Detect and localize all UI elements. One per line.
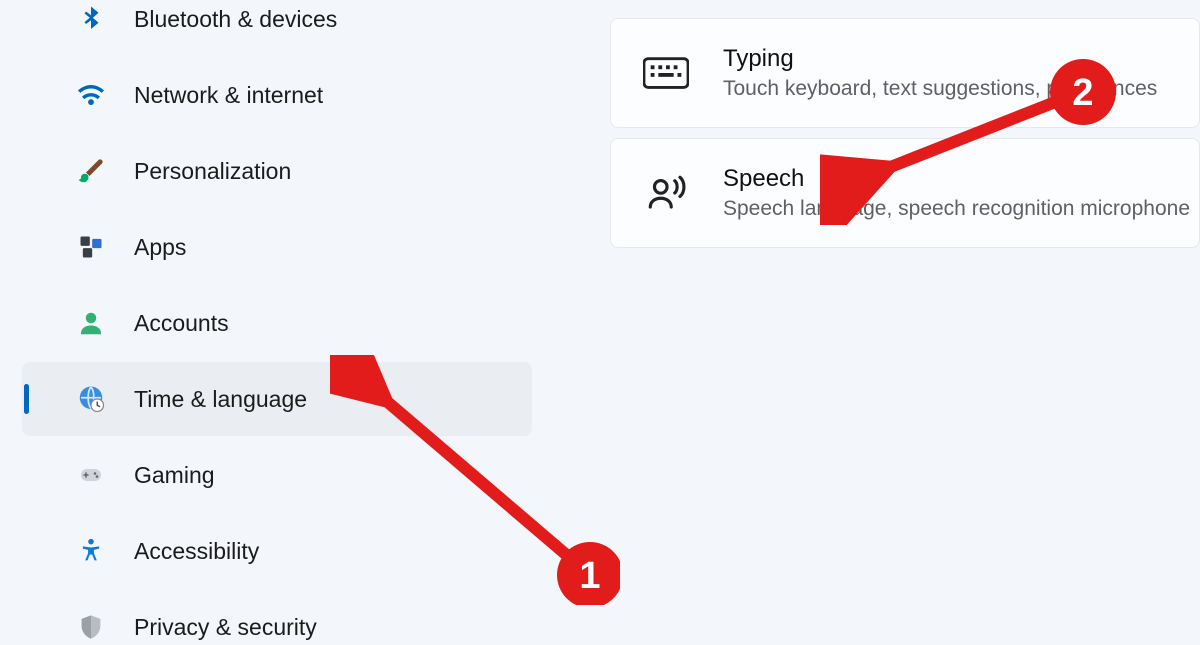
- card-speech[interactable]: Speech Speech language, speech recogniti…: [610, 138, 1200, 248]
- sidebar-label-bluetooth: Bluetooth & devices: [134, 6, 337, 33]
- card-speech-title: Speech: [723, 165, 1190, 193]
- card-speech-text: Speech Speech language, speech recogniti…: [723, 165, 1190, 221]
- speech-icon: [643, 170, 689, 216]
- card-typing-text: Typing Touch keyboard, text suggestions,…: [723, 45, 1157, 101]
- apps-icon: [74, 230, 108, 264]
- sidebar-label-personalization: Personalization: [134, 158, 291, 185]
- bluetooth-icon: [74, 2, 108, 36]
- sidebar-label-gaming: Gaming: [134, 462, 215, 489]
- settings-content: Typing Touch keyboard, text suggestions,…: [610, 18, 1200, 258]
- card-typing-title: Typing: [723, 45, 1157, 73]
- sidebar-label-network: Network & internet: [134, 82, 323, 109]
- gamepad-icon: [74, 458, 108, 492]
- keyboard-icon: [643, 50, 689, 96]
- sidebar-item-apps[interactable]: Apps: [22, 210, 532, 284]
- sidebar-item-privacy[interactable]: Privacy & security: [22, 590, 532, 645]
- sidebar-item-gaming[interactable]: Gaming: [22, 438, 532, 512]
- shield-icon: [74, 610, 108, 644]
- brush-icon: [74, 154, 108, 188]
- sidebar-item-time-language[interactable]: Time & language: [22, 362, 532, 436]
- sidebar-label-accessibility: Accessibility: [134, 538, 259, 565]
- time-language-icon: [74, 382, 108, 416]
- sidebar-label-privacy: Privacy & security: [134, 614, 317, 641]
- sidebar-item-bluetooth[interactable]: Bluetooth & devices: [22, 0, 532, 56]
- person-icon: [74, 306, 108, 340]
- sidebar-item-network[interactable]: Network & internet: [22, 58, 532, 132]
- sidebar-item-accounts[interactable]: Accounts: [22, 286, 532, 360]
- wifi-icon: [74, 78, 108, 112]
- annotation-badge-1-text: 1: [579, 555, 600, 597]
- accessibility-icon: [74, 534, 108, 568]
- card-typing-subtitle: Touch keyboard, text suggestions, prefer…: [723, 77, 1157, 101]
- settings-sidebar: Bluetooth & devices Network & internet P…: [0, 0, 540, 645]
- sidebar-item-accessibility[interactable]: Accessibility: [22, 514, 532, 588]
- card-speech-subtitle: Speech language, speech recognition micr…: [723, 197, 1190, 221]
- sidebar-label-time-language: Time & language: [134, 386, 307, 413]
- sidebar-label-apps: Apps: [134, 234, 186, 261]
- card-typing[interactable]: Typing Touch keyboard, text suggestions,…: [610, 18, 1200, 128]
- sidebar-item-personalization[interactable]: Personalization: [22, 134, 532, 208]
- sidebar-label-accounts: Accounts: [134, 310, 229, 337]
